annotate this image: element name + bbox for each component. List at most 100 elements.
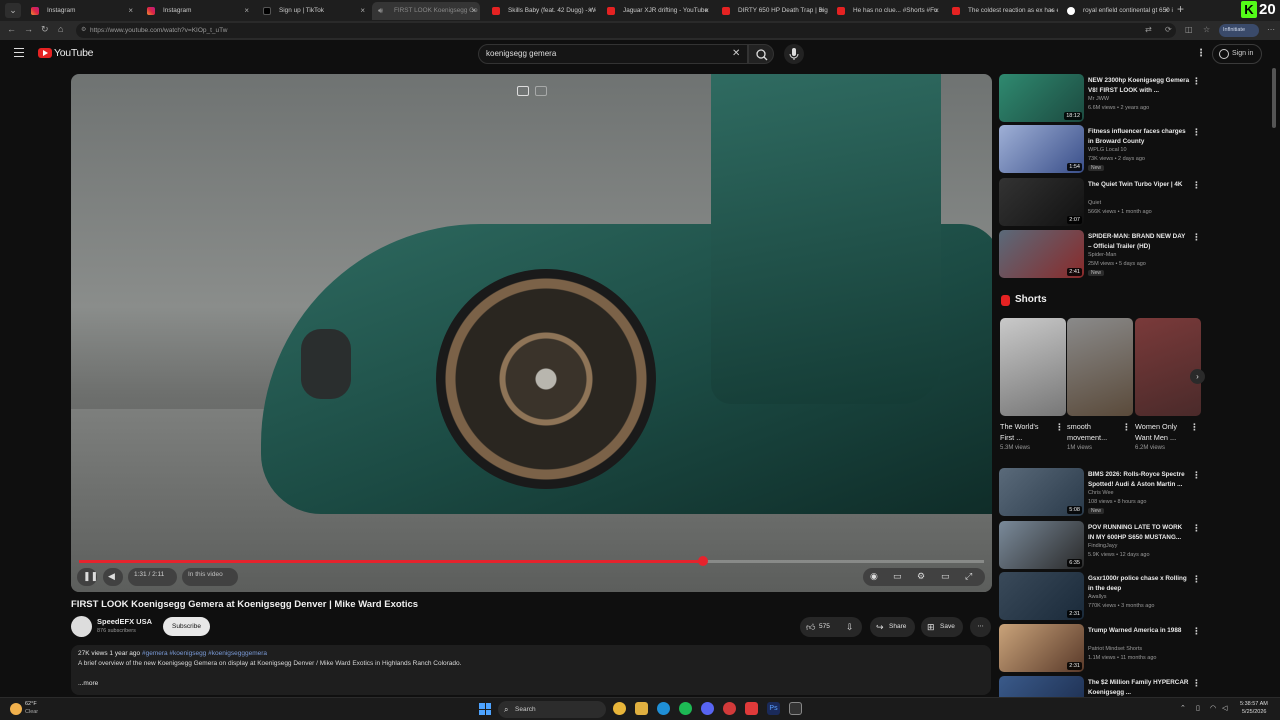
settings-gear-icon[interactable]: ⚙ bbox=[917, 571, 925, 582]
browser-tab[interactable]: Instagram × bbox=[25, 2, 137, 20]
youtube-logo-icon[interactable] bbox=[38, 48, 52, 58]
page-scrollbar[interactable] bbox=[1271, 68, 1277, 695]
kick-logo-icon[interactable]: K bbox=[1241, 1, 1257, 18]
browser-tab[interactable]: Skills Baby (feat. 42 Dugg) - Wo × bbox=[486, 2, 596, 20]
search-button[interactable] bbox=[748, 44, 774, 64]
forward-icon[interactable]: → bbox=[24, 24, 33, 34]
video-menu-icon[interactable]: ⋮ bbox=[1192, 180, 1201, 191]
taskbar-search[interactable]: ⌕ Search bbox=[498, 701, 606, 718]
video-channel[interactable]: Patriot Mindset Shorts bbox=[1088, 646, 1142, 652]
description-box[interactable]: 27K views 1 year ago #gemera #koenigsegg… bbox=[71, 645, 991, 695]
translate-icon[interactable]: ⇄ bbox=[1145, 25, 1152, 34]
recommended-video[interactable]: 2:07 The Quiet Twin Turbo Viper | 4K Quiet… bbox=[999, 178, 1204, 228]
browser-tab[interactable]: DIRTY 650 HP Death Trap | Big T × bbox=[716, 2, 828, 20]
video-menu-icon[interactable]: ⋮ bbox=[1192, 626, 1201, 637]
terminal-app-icon[interactable] bbox=[789, 702, 802, 715]
discord-app-icon[interactable] bbox=[701, 702, 714, 715]
video-channel[interactable]: Chris Wee bbox=[1088, 490, 1114, 496]
subscribe-button[interactable]: Subscribe bbox=[163, 617, 210, 636]
video-menu-icon[interactable]: ⋮ bbox=[1192, 523, 1201, 534]
video-title[interactable]: Trump Warned America in 1988 bbox=[1088, 626, 1190, 636]
edge-app-icon[interactable] bbox=[657, 702, 670, 715]
video-thumbnail[interactable]: 2:31 bbox=[999, 624, 1084, 672]
browser-menu-icon[interactable]: ⋯ bbox=[1267, 25, 1275, 34]
close-tab-icon[interactable]: × bbox=[819, 2, 824, 20]
pip-icon[interactable] bbox=[535, 86, 547, 96]
short-title[interactable]: The World's First ... bbox=[1000, 422, 1052, 443]
profile-button[interactable]: Inflnitiate bbox=[1219, 24, 1259, 37]
chrome-app-icon[interactable] bbox=[613, 702, 626, 715]
browser-tab[interactable]: Sign up | TikTok × bbox=[257, 2, 369, 20]
browser-tab[interactable]: Instagram × bbox=[141, 2, 253, 20]
scrubber-handle[interactable] bbox=[698, 556, 708, 566]
close-tab-icon[interactable]: × bbox=[1049, 2, 1054, 20]
close-tab-icon[interactable]: × bbox=[128, 2, 133, 20]
video-title[interactable]: POV RUNNING LATE TO WORK IN MY 600HP S65… bbox=[1088, 523, 1190, 542]
recommended-video[interactable]: 2:41 SPIDER-MAN: BRAND NEW DAY – Official… bbox=[999, 230, 1204, 280]
video-menu-icon[interactable]: ⋮ bbox=[1192, 470, 1201, 481]
clock-date[interactable]: 5/25/2026 bbox=[1242, 709, 1266, 715]
video-thumbnail[interactable]: 2:07 bbox=[999, 178, 1084, 226]
video-thumbnail[interactable]: 5:08 bbox=[999, 468, 1084, 516]
share-button[interactable]: ↪ Share bbox=[870, 617, 915, 637]
recommended-video[interactable]: 5:08 BIMS 2026: Rolls-Royce Spectre Spott… bbox=[999, 468, 1204, 518]
browser-tab[interactable]: 🔊︎ FIRST LOOK Koenigsegg Ge × bbox=[372, 2, 480, 20]
sign-in-button[interactable]: Sign in bbox=[1212, 44, 1262, 64]
close-tab-icon[interactable]: × bbox=[360, 2, 365, 20]
recommended-video[interactable]: 2:31 Gsxr1000r police chase x Rolling in … bbox=[999, 572, 1204, 622]
mute-button[interactable]: ◀ bbox=[103, 568, 123, 586]
recommended-video[interactable]: 6:35 POV RUNNING LATE TO WORK IN MY 600HP… bbox=[999, 521, 1204, 571]
video-thumbnail[interactable]: 2:41 bbox=[999, 230, 1084, 278]
video-menu-icon[interactable]: ⋮ bbox=[1192, 127, 1201, 138]
video-title[interactable]: Fitness influencer faces charges in Brow… bbox=[1088, 127, 1190, 146]
scrollbar-thumb[interactable] bbox=[1272, 68, 1276, 128]
short-menu-icon[interactable]: ⋮ bbox=[1190, 422, 1199, 433]
back-icon[interactable]: ← bbox=[7, 24, 16, 34]
short-title[interactable]: smooth movement... bbox=[1067, 422, 1119, 443]
clock-time[interactable]: 5:38:57 AM bbox=[1240, 701, 1268, 707]
app-icon[interactable] bbox=[723, 702, 736, 715]
site-info-icon[interactable]: ⚙ bbox=[81, 23, 86, 38]
video-thumbnail[interactable]: 6:35 bbox=[999, 521, 1084, 569]
save-button[interactable]: ⊞ Save bbox=[921, 617, 963, 637]
short-menu-icon[interactable]: ⋮ bbox=[1122, 422, 1131, 433]
recommended-video[interactable]: 1:54 Fitness influencer faces charges in … bbox=[999, 125, 1204, 175]
weather-moon-icon[interactable] bbox=[10, 703, 22, 715]
video-title[interactable]: NEW 2300hp Koenigsegg Gemera V8! FIRST L… bbox=[1088, 76, 1190, 95]
close-tab-icon[interactable]: × bbox=[244, 2, 249, 20]
video-channel[interactable]: WPLG Local 10 bbox=[1088, 147, 1127, 153]
subtitles-icon[interactable]: ▭ bbox=[893, 571, 902, 582]
short-title[interactable]: Women Only Want Men ... bbox=[1135, 422, 1187, 443]
volume-tray-icon[interactable]: ◁ bbox=[1222, 704, 1227, 712]
video-title[interactable]: Gsxr1000r police chase x Rolling in the … bbox=[1088, 574, 1190, 593]
extensions-icon[interactable]: ⟳ bbox=[1165, 25, 1172, 34]
browser-tab[interactable]: He has no clue... #Shorts #Fu × bbox=[831, 2, 943, 20]
show-more-link[interactable]: ...more bbox=[78, 680, 98, 687]
short-thumbnail[interactable] bbox=[1067, 318, 1133, 416]
url-field[interactable]: ⚙ https://www.youtube.com/watch?v=KIOp_t… bbox=[76, 23, 1176, 38]
video-thumbnail[interactable]: 1:54 bbox=[999, 125, 1084, 173]
start-button[interactable] bbox=[479, 703, 491, 715]
channel-name[interactable]: SpeedEFX USA bbox=[97, 617, 152, 626]
browser-tab[interactable]: royal enfield continental gt 650 i × bbox=[1061, 2, 1173, 20]
video-player[interactable]: ❚❚ ◀ 1:31 / 2:11 In this video ◉ ▭ ⚙ ▭ ⤢ bbox=[71, 74, 992, 592]
search-input[interactable]: koenigsegg gemera bbox=[478, 44, 748, 64]
shorts-next-button[interactable]: › bbox=[1190, 369, 1205, 384]
video-menu-icon[interactable]: ⋮ bbox=[1192, 574, 1201, 585]
progress-bar[interactable] bbox=[79, 556, 984, 566]
pause-button[interactable]: ❚❚ bbox=[77, 568, 98, 586]
acrobat-app-icon[interactable] bbox=[745, 702, 758, 715]
video-title[interactable]: The $2 Million Family HYPERCAR Koenigseg… bbox=[1088, 678, 1190, 697]
close-tab-icon[interactable]: × bbox=[1164, 2, 1169, 20]
fullscreen-icon[interactable]: ⤢ bbox=[965, 571, 972, 582]
video-menu-icon[interactable]: ⋮ bbox=[1192, 678, 1201, 689]
photoshop-app-icon[interactable]: Ps bbox=[767, 702, 780, 715]
video-thumbnail[interactable]: 2:31 bbox=[999, 572, 1084, 620]
close-tab-icon[interactable]: × bbox=[704, 2, 709, 20]
video-menu-icon[interactable]: ⋮ bbox=[1192, 76, 1201, 87]
tab-menu-icon[interactable]: ⌄ bbox=[5, 3, 21, 18]
file-explorer-icon[interactable] bbox=[635, 702, 648, 715]
clear-search-icon[interactable]: ✕ bbox=[732, 48, 740, 59]
more-actions-button[interactable]: ⋯ bbox=[970, 617, 991, 637]
tray-overflow-icon[interactable]: ⌃ bbox=[1180, 704, 1186, 712]
